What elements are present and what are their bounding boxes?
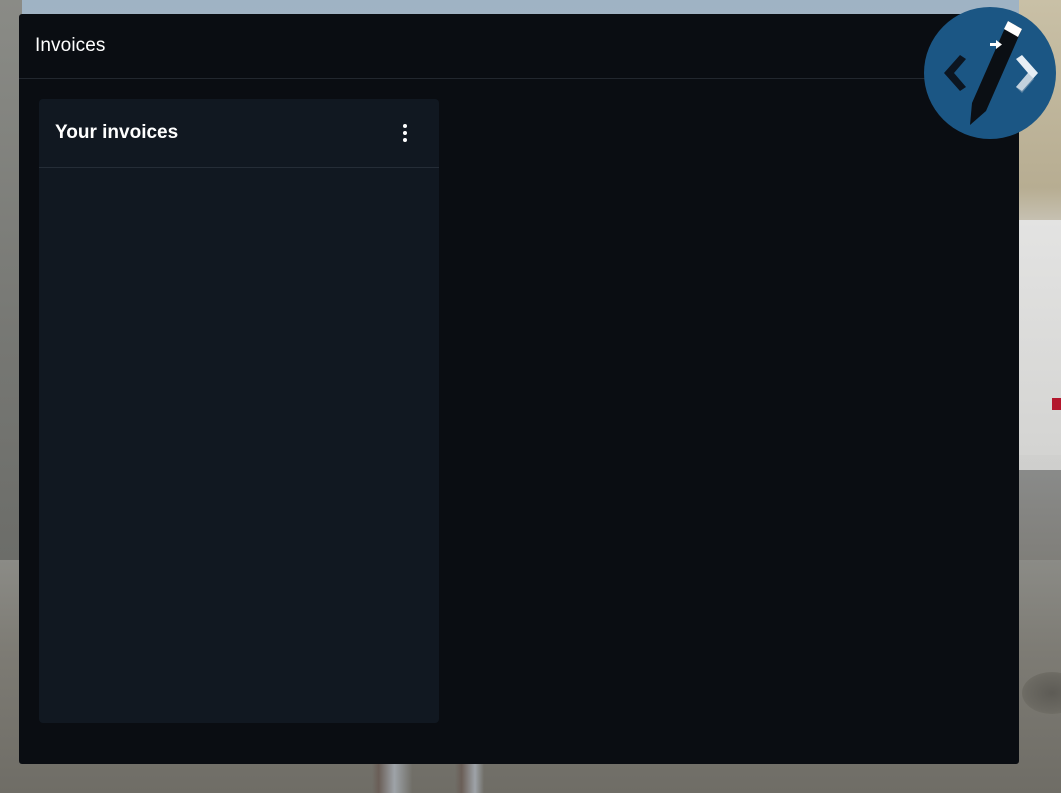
code-pencil-logo-svg [944,21,1038,125]
menu-dot [403,124,407,128]
window-header: Invoices [19,14,1019,79]
code-pencil-logo-icon [924,7,1056,139]
more-vertical-icon[interactable] [395,119,415,147]
window-title: Invoices [35,35,106,56]
invoices-card-header: Your invoices [39,99,439,168]
pencil-body-shape [970,21,1022,125]
background-truck-light [1052,398,1061,410]
invoices-list [39,168,439,723]
menu-dot [403,131,407,135]
invoices-card-title: Your invoices [55,122,179,143]
menu-dot [403,138,407,142]
left-bracket-shape [944,55,966,91]
invoices-window: Invoices Your invoices [19,14,1019,764]
background-character-feet [372,763,484,793]
invoices-card: Your invoices [39,99,439,723]
background-truck [1019,220,1061,455]
